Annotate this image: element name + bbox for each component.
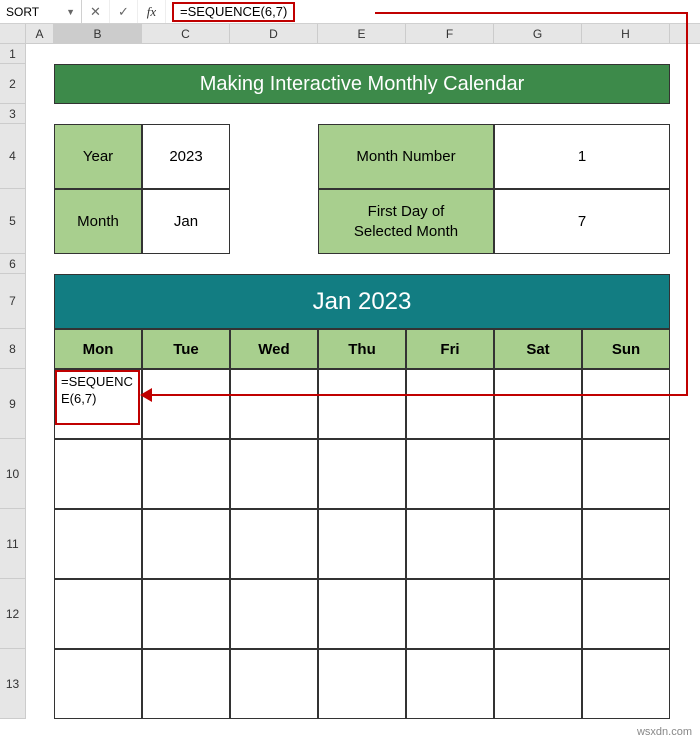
month-number-label: Month Number	[318, 124, 494, 189]
row-header-11[interactable]: 11	[0, 509, 26, 579]
cal-cell[interactable]	[318, 509, 406, 579]
day-header-sun: Sun	[582, 329, 670, 369]
day-header-sat: Sat	[494, 329, 582, 369]
select-all-corner[interactable]	[0, 24, 26, 43]
year-label: Year	[54, 124, 142, 189]
month-number-value[interactable]: 1	[494, 124, 670, 189]
row-header-10[interactable]: 10	[0, 439, 26, 509]
row-header-1[interactable]: 1	[0, 44, 26, 64]
cal-cell[interactable]	[54, 649, 142, 719]
cal-cell[interactable]	[494, 579, 582, 649]
cal-cell[interactable]	[54, 579, 142, 649]
page-title: Making Interactive Monthly Calendar	[54, 64, 670, 104]
cal-cell[interactable]	[494, 509, 582, 579]
cal-cell[interactable]	[582, 439, 670, 509]
col-header-h[interactable]: H	[582, 24, 670, 43]
cal-cell[interactable]	[494, 439, 582, 509]
col-header-b[interactable]: B	[54, 24, 142, 43]
cal-cell[interactable]	[230, 439, 318, 509]
cal-cell[interactable]	[230, 579, 318, 649]
cal-cell[interactable]	[142, 649, 230, 719]
row-header-3[interactable]: 3	[0, 104, 26, 124]
row-header-9[interactable]: 9	[0, 369, 26, 439]
name-box[interactable]: SORT ▼	[0, 0, 82, 23]
cal-cell[interactable]	[406, 369, 494, 439]
chevron-down-icon[interactable]: ▼	[66, 7, 75, 17]
row-header-6[interactable]: 6	[0, 254, 26, 274]
cal-cell[interactable]	[406, 509, 494, 579]
watermark: wsxdn.com	[637, 726, 692, 738]
row-headers: 1 2 3 4 5 6 7 8 9 10 11 12 13	[0, 44, 26, 719]
cal-cell[interactable]	[582, 579, 670, 649]
month-value[interactable]: Jan	[142, 189, 230, 254]
cal-cell[interactable]	[494, 649, 582, 719]
arrow-head-icon	[140, 388, 152, 402]
annotation-arrow	[146, 394, 688, 396]
row-header-2[interactable]: 2	[0, 64, 26, 104]
col-header-c[interactable]: C	[142, 24, 230, 43]
cal-cell[interactable]	[142, 439, 230, 509]
formula-input[interactable]: =SEQUENCE(6,7)	[172, 2, 295, 22]
formula-controls: ✕ ✓ fx	[82, 0, 166, 23]
col-header-a[interactable]: A	[26, 24, 54, 43]
cal-cell[interactable]	[494, 369, 582, 439]
cal-cell[interactable]	[230, 509, 318, 579]
spreadsheet-grid[interactable]: Making Interactive Monthly Calendar Year…	[26, 44, 700, 719]
accept-button[interactable]: ✓	[110, 0, 138, 23]
cal-cell[interactable]	[318, 439, 406, 509]
cal-cell[interactable]	[582, 369, 670, 439]
day-header-thu: Thu	[318, 329, 406, 369]
row-header-4[interactable]: 4	[0, 124, 26, 189]
first-day-label-line2: Selected Month	[354, 222, 458, 242]
cal-cell[interactable]	[54, 439, 142, 509]
cal-cell[interactable]	[54, 509, 142, 579]
col-header-d[interactable]: D	[230, 24, 318, 43]
cal-cell[interactable]	[318, 369, 406, 439]
cal-cell[interactable]	[318, 649, 406, 719]
annotation-arrow	[686, 12, 688, 396]
col-header-g[interactable]: G	[494, 24, 582, 43]
day-header-fri: Fri	[406, 329, 494, 369]
calendar-title: Jan 2023	[54, 274, 670, 329]
row-header-13[interactable]: 13	[0, 649, 26, 719]
cal-cell[interactable]	[318, 579, 406, 649]
cal-cell[interactable]	[582, 649, 670, 719]
row-header-7[interactable]: 7	[0, 274, 26, 329]
column-headers: A B C D E F G H	[0, 24, 700, 44]
annotation-arrow	[375, 12, 688, 14]
cal-cell[interactable]	[142, 509, 230, 579]
col-header-f[interactable]: F	[406, 24, 494, 43]
cal-cell[interactable]	[406, 579, 494, 649]
cal-cell[interactable]	[230, 369, 318, 439]
col-header-e[interactable]: E	[318, 24, 406, 43]
active-cell-formula[interactable]: =SEQUENCE(6,7)	[55, 370, 140, 425]
row-header-8[interactable]: 8	[0, 329, 26, 369]
row-header-12[interactable]: 12	[0, 579, 26, 649]
first-day-label-line1: First Day of	[368, 202, 445, 222]
month-label: Month	[54, 189, 142, 254]
year-value[interactable]: 2023	[142, 124, 230, 189]
row-header-5[interactable]: 5	[0, 189, 26, 254]
cal-cell[interactable]	[582, 509, 670, 579]
day-header-wed: Wed	[230, 329, 318, 369]
first-day-value[interactable]: 7	[494, 189, 670, 254]
day-header-tue: Tue	[142, 329, 230, 369]
cal-cell[interactable]	[142, 579, 230, 649]
cal-cell[interactable]	[406, 649, 494, 719]
cal-cell[interactable]	[230, 649, 318, 719]
name-box-value: SORT	[6, 5, 39, 19]
fx-button[interactable]: fx	[138, 0, 166, 23]
cancel-button[interactable]: ✕	[82, 0, 110, 23]
cal-cell[interactable]	[142, 369, 230, 439]
first-day-label: First Day of Selected Month	[318, 189, 494, 254]
cal-cell[interactable]	[406, 439, 494, 509]
day-header-mon: Mon	[54, 329, 142, 369]
